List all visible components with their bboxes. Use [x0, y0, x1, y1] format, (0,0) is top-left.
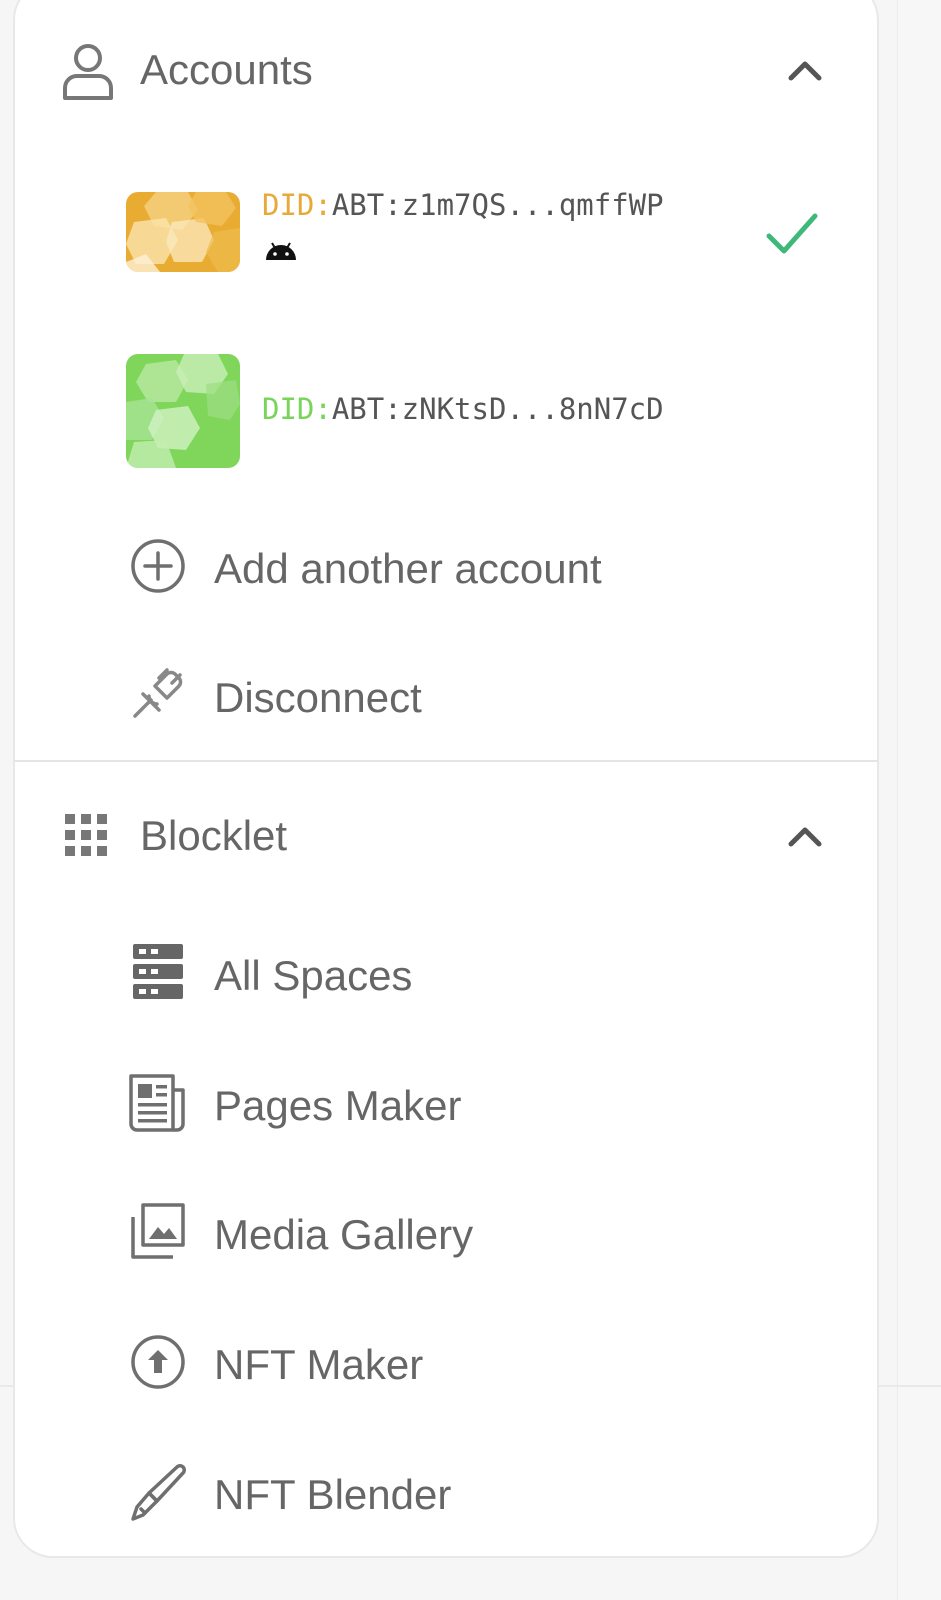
section-divider [13, 760, 879, 762]
newspaper-icon [129, 1074, 185, 1132]
accounts-section-header[interactable]: Accounts [13, 24, 879, 114]
blocklet-section-title: Blocklet [140, 812, 288, 859]
menu-item-media-gallery[interactable]: Media Gallery [13, 1193, 879, 1273]
disconnect-label: Disconnect [214, 674, 422, 721]
add-account-label: Add another account [214, 545, 602, 592]
menu-item-pages-maker[interactable]: Pages Maker [13, 1064, 879, 1144]
did-address: ABT:zNKtsD...8nN7cD [331, 392, 664, 426]
account-item[interactable]: DID:ABT:zNKtsD...8nN7cD [13, 354, 879, 474]
selected-check-icon [766, 213, 818, 254]
did-address: ABT:z1m7QS...qmffWP [331, 188, 664, 222]
user-icon [63, 44, 113, 100]
apps-grid-icon [65, 814, 107, 856]
menu-item-label: NFT Blender [214, 1471, 452, 1518]
accounts-section-title: Accounts [140, 46, 313, 93]
background-right-area [897, 0, 941, 1600]
did-prefix: DID: [262, 392, 332, 426]
brush-icon [131, 1464, 186, 1521]
photo-library-icon [131, 1203, 185, 1259]
chevron-up-icon[interactable] [785, 50, 825, 90]
account-avatar [126, 354, 240, 468]
android-icon [266, 242, 296, 260]
menu-item-nft-blender[interactable]: NFT Blender [13, 1453, 879, 1533]
plug-icon [133, 668, 183, 718]
add-account-button[interactable]: Add another account [13, 527, 879, 607]
menu-item-label: NFT Maker [214, 1341, 424, 1388]
add-circle-icon [131, 539, 185, 593]
menu-item-all-spaces[interactable]: All Spaces [13, 934, 879, 1014]
disconnect-button[interactable]: Disconnect [13, 656, 879, 736]
menu-item-nft-maker[interactable]: NFT Maker [13, 1323, 879, 1403]
account-did: DID:ABT:z1m7QS...qmffWP [262, 188, 664, 222]
chevron-up-icon[interactable] [785, 816, 825, 856]
menu-item-label: All Spaces [214, 952, 413, 999]
did-prefix: DID: [262, 188, 332, 222]
account-did: DID:ABT:zNKtsD...8nN7cD [262, 392, 664, 426]
upload-circle-icon [131, 1335, 185, 1389]
storage-icon [133, 944, 183, 999]
blocklet-section-header[interactable]: Blocklet [13, 790, 879, 880]
account-avatar [126, 192, 240, 272]
menu-item-label: Media Gallery [214, 1211, 474, 1258]
account-item[interactable]: DID:ABT:z1m7QS...qmffWP [13, 188, 879, 312]
menu-item-label: Pages Maker [214, 1082, 462, 1129]
